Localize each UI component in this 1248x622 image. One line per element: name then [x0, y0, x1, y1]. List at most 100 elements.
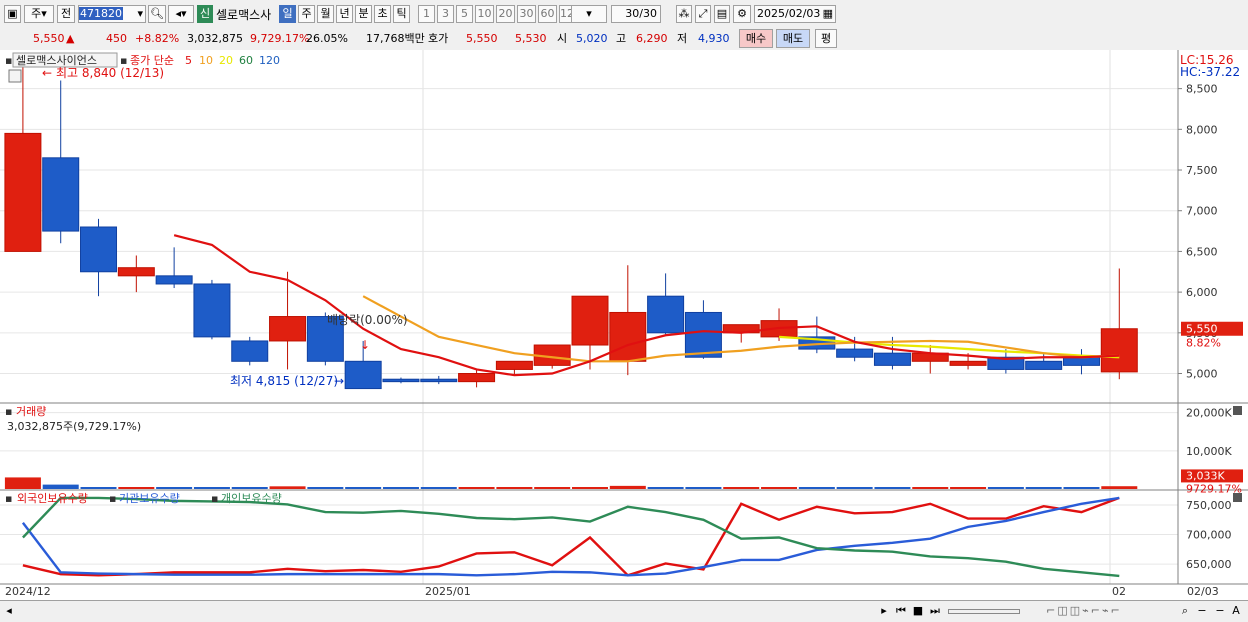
- candle-body: [80, 226, 118, 273]
- bottom-scrollbar: ◂ ▸ ⏮ ■ ⏭ ⌐◫◫⌁⌐⌁⌐ ⌕ − − A: [0, 600, 1248, 622]
- volume-bar: [987, 487, 1024, 489]
- volume-title: 거래량: [16, 405, 46, 418]
- volume-bar: [420, 487, 457, 489]
- ownership-legend-label: 기관보유수량: [119, 492, 180, 505]
- volume-bar: [685, 487, 722, 489]
- period-tab[interactable]: 월: [317, 5, 334, 23]
- legend-period: 120: [259, 54, 280, 67]
- zoom-icon[interactable]: ⌕: [1178, 604, 1192, 618]
- period-tab[interactable]: 분: [355, 5, 372, 23]
- price-tick-label: 8,000: [1186, 123, 1218, 136]
- volume-bar: [647, 487, 684, 489]
- candle-body: [4, 132, 42, 252]
- quote-volume-pct: 9,729.17%: [250, 32, 310, 45]
- price-tick-label: 8,500: [1186, 83, 1218, 96]
- interval-button[interactable]: 20: [496, 5, 515, 23]
- interval-button[interactable]: 60: [538, 5, 557, 23]
- market-select[interactable]: 주▾: [24, 5, 54, 23]
- volume-bar: [1101, 486, 1138, 489]
- interval-button[interactable]: 30: [517, 5, 536, 23]
- volume-bar: [723, 487, 760, 489]
- open-value: 5,020: [576, 32, 608, 45]
- legend-period: 60: [239, 54, 253, 67]
- eval-button[interactable]: 평: [815, 29, 837, 48]
- x-tick-label: 02/03: [1187, 585, 1219, 598]
- volume-bar: [572, 487, 608, 489]
- sell-button[interactable]: 매도: [776, 29, 810, 48]
- candle-body: [1025, 360, 1063, 370]
- interval-button[interactable]: 3: [437, 5, 454, 23]
- ownership-marker: ▪: [5, 492, 12, 505]
- zoom-out-icon[interactable]: −: [1196, 604, 1208, 618]
- volume-bar: [269, 486, 306, 489]
- volume-bar: [761, 487, 798, 489]
- count-field[interactable]: 30/30: [611, 5, 661, 23]
- layout-icon[interactable]: ▣: [4, 5, 21, 23]
- stock-code-field[interactable]: 471820 ▾: [78, 5, 146, 23]
- zoom-slider[interactable]: [948, 609, 1020, 614]
- period-tab[interactable]: 일: [279, 5, 296, 23]
- price-tick-label: 5,000: [1186, 368, 1218, 381]
- price-tick-label: 6,000: [1186, 286, 1218, 299]
- volume-bar: [874, 487, 911, 489]
- interval-button[interactable]: 10: [475, 5, 494, 23]
- volume-bar: [534, 487, 571, 489]
- candle-body: [836, 348, 874, 358]
- hc-label: HC:-37.22: [1180, 65, 1240, 79]
- font-size-icon[interactable]: A: [1230, 604, 1242, 618]
- volume-bar: [4, 477, 41, 489]
- link-icon[interactable]: ⁂: [676, 5, 692, 23]
- new-badge: 신: [197, 5, 213, 23]
- ownership-tick-label: 750,000: [1186, 499, 1232, 512]
- quote-price: 5,550: [33, 32, 65, 45]
- price-tag: 5,550: [1186, 323, 1218, 336]
- period-tab[interactable]: 틱: [393, 5, 410, 23]
- volume-bar: [1063, 487, 1100, 489]
- zoom-out-alt-icon[interactable]: −: [1214, 604, 1226, 618]
- volume-tag: 3,033K: [1186, 469, 1225, 482]
- volume-bar: [231, 487, 268, 489]
- scroll-right-icon[interactable]: ▸: [878, 604, 890, 618]
- price-tick-label: 6,500: [1186, 245, 1218, 258]
- gear-icon[interactable]: ⚙: [733, 5, 751, 23]
- dividend-arrow-icon: ↓: [360, 338, 370, 352]
- volume-tick-label: 20,000K: [1186, 407, 1232, 420]
- legend-period: 20: [219, 54, 233, 67]
- price-pct-tag: 8.82%: [1186, 337, 1221, 350]
- candle-body: [609, 311, 647, 362]
- prev-button[interactable]: 전: [57, 5, 75, 23]
- period-tab[interactable]: 년: [336, 5, 353, 23]
- period-tab[interactable]: 주: [298, 5, 315, 23]
- interval-button[interactable]: 5: [456, 5, 473, 23]
- quote-trade-value: 17,768백만: [366, 32, 425, 45]
- volume-bar: [798, 487, 835, 489]
- date-field[interactable]: 2025/02/03 ▦: [754, 5, 836, 23]
- legend-period: 5: [185, 54, 192, 67]
- chevron-down-icon: ▾: [137, 7, 143, 20]
- drawing-tools-icon[interactable]: ⌐◫◫⌁⌐⌁⌐: [1024, 604, 1144, 618]
- volume-bar: [193, 487, 230, 489]
- volume-bar: [42, 484, 79, 489]
- crosshair-icon[interactable]: ⤢: [695, 5, 711, 23]
- interval-button[interactable]: 1: [418, 5, 435, 23]
- candle-body: [420, 378, 458, 383]
- scroll-left-icon[interactable]: ◂: [4, 604, 14, 618]
- quote-change-pct: +8.82%: [135, 32, 180, 45]
- save-icon[interactable]: ▤: [714, 5, 730, 23]
- candle-body: [1100, 328, 1138, 373]
- search-icon[interactable]: 🔍︎: [148, 5, 166, 23]
- open-label: 시: [557, 32, 568, 45]
- period-tab[interactable]: 초: [374, 5, 391, 23]
- stop-icon[interactable]: ■: [911, 604, 925, 618]
- rewind-icon[interactable]: ⏮: [894, 604, 908, 618]
- buy-button[interactable]: 매수: [739, 29, 773, 48]
- candle-body: [193, 283, 231, 338]
- x-tick-label: 2024/12: [5, 585, 51, 598]
- speaker-icon[interactable]: ◂▾: [168, 5, 194, 23]
- interval-select[interactable]: ▾: [571, 5, 607, 23]
- fast-forward-icon[interactable]: ⏭: [928, 604, 942, 618]
- candle-body: [269, 316, 307, 342]
- dividend-annotation: 배당락(0.00%): [327, 313, 408, 327]
- volume-bar: [307, 487, 344, 489]
- candle-body: [571, 295, 609, 346]
